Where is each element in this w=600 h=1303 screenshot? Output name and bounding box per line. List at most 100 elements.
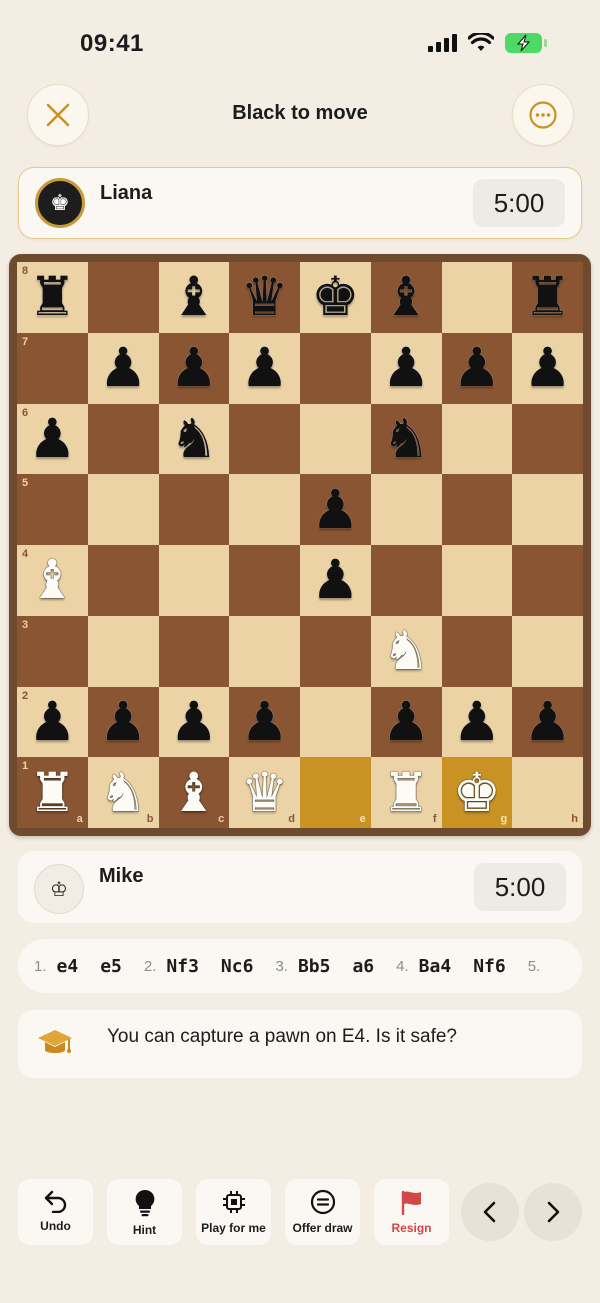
black-pawn-icon[interactable]: ♟ [382,694,430,749]
square-d8[interactable]: ♛ [229,262,300,333]
square-f3[interactable]: ♞ [370,615,442,687]
square-a4[interactable]: 4 ♝ [17,545,88,616]
square-d3[interactable] [229,615,300,687]
square-g3[interactable] [441,615,513,687]
square-d2[interactable]: ♟ [229,686,300,758]
black-pawn-icon[interactable]: ♟ [170,341,218,395]
black-bishop-icon[interactable]: ♝ [170,270,218,324]
square-g2[interactable]: ♟ [441,686,513,758]
square-g1[interactable]: g ♚ [441,757,513,828]
square-e3[interactable] [300,615,371,687]
square-c7[interactable]: ♟ [158,332,230,404]
square-h6[interactable] [512,403,583,475]
square-f5[interactable] [370,474,442,545]
white-bishop-icon[interactable]: ♝ [28,553,76,607]
white-queen-icon[interactable]: ♛ [240,765,288,820]
black-bishop-icon[interactable]: ♝ [382,270,430,324]
black-pawn-icon[interactable]: ♟ [99,694,147,749]
more-options-button[interactable] [512,84,574,146]
square-f4[interactable] [370,545,442,616]
move-entry[interactable]: a6 [352,956,374,977]
white-bishop-icon[interactable]: ♝ [170,765,218,820]
square-b7[interactable]: ♟ [87,332,159,404]
square-g6[interactable] [441,403,513,475]
square-h8[interactable]: ♜ [512,262,583,333]
play-for-me-button[interactable]: Play for me [196,1179,271,1245]
square-b8[interactable] [87,262,159,333]
square-e5[interactable]: ♟ [300,474,371,545]
square-a2[interactable]: 2 ♟ [17,686,88,758]
previous-move-button[interactable] [461,1183,519,1241]
square-e8[interactable]: ♚ [300,262,371,333]
black-pawn-icon[interactable]: ♟ [453,694,501,749]
offer-draw-button[interactable]: Offer draw [285,1179,360,1245]
move-entry[interactable]: Bb5 [298,956,331,977]
square-g8[interactable] [441,262,513,333]
hint-button[interactable]: Hint [107,1179,182,1245]
square-g4[interactable] [441,545,513,616]
square-a7[interactable]: 7 [17,332,88,404]
move-entry[interactable]: Nc6 [221,956,254,977]
square-a8[interactable]: 8 ♜ [17,262,88,333]
move-entry[interactable]: Nf6 [473,956,506,977]
black-pawn-icon[interactable]: ♟ [28,411,76,466]
white-knight-icon[interactable]: ♞ [99,765,147,820]
square-d4[interactable] [229,545,300,616]
square-d7[interactable]: ♟ [229,332,300,404]
square-c4[interactable] [158,545,230,616]
white-rook-icon[interactable]: ♜ [28,765,76,820]
square-a5[interactable]: 5 [17,474,88,545]
square-e4[interactable]: ♟ [300,545,371,616]
square-f2[interactable]: ♟ [370,686,442,758]
square-b2[interactable]: ♟ [87,686,159,758]
move-entry[interactable]: e4 [57,956,79,977]
black-pawn-icon[interactable]: ♟ [453,341,501,395]
black-pawn-icon[interactable]: ♟ [523,694,571,749]
square-c1[interactable]: c ♝ [158,757,230,828]
square-g7[interactable]: ♟ [441,332,513,404]
black-pawn-icon[interactable]: ♟ [240,694,288,749]
black-queen-icon[interactable]: ♛ [240,270,288,324]
move-entry[interactable]: Nf3 [166,956,199,977]
black-pawn-icon[interactable]: ♟ [240,341,288,395]
square-b1[interactable]: b ♞ [87,757,159,828]
square-c6[interactable]: ♞ [158,403,230,475]
square-b6[interactable] [87,403,159,475]
black-pawn-icon[interactable]: ♟ [99,341,147,395]
undo-button[interactable]: Undo [18,1179,93,1245]
square-h1[interactable]: h [512,757,583,828]
square-a1[interactable]: 1 a ♜ [17,757,88,828]
square-e2[interactable] [300,686,371,758]
square-e7[interactable] [300,332,371,404]
square-f1[interactable]: f ♜ [370,757,442,828]
square-c2[interactable]: ♟ [158,686,230,758]
square-b5[interactable] [87,474,159,545]
square-h2[interactable]: ♟ [512,686,583,758]
black-pawn-icon[interactable]: ♟ [523,341,571,395]
square-e1[interactable]: e [300,757,371,828]
square-b3[interactable] [87,615,159,687]
black-knight-icon[interactable]: ♞ [170,411,218,466]
black-king-icon[interactable]: ♚ [311,270,359,324]
white-king-icon[interactable]: ♚ [453,765,501,820]
square-c5[interactable] [158,474,230,545]
move-entry[interactable]: Ba4 [419,956,452,977]
black-knight-icon[interactable]: ♞ [382,411,430,466]
square-h3[interactable] [512,615,583,687]
square-a6[interactable]: 6 ♟ [17,403,88,475]
move-list[interactable]: 1. e4 e5 2. Nf3 Nc6 3. Bb5 a6 4. Ba4 Nf6 5. [18,939,582,993]
move-entry[interactable]: e5 [100,956,122,977]
square-d6[interactable] [229,403,300,475]
square-h5[interactable] [512,474,583,545]
square-f6[interactable]: ♞ [370,403,442,475]
square-g5[interactable] [441,474,513,545]
square-b4[interactable] [87,545,159,616]
square-d5[interactable] [229,474,300,545]
black-rook-icon[interactable]: ♜ [523,270,571,324]
chess-board[interactable]: 8 ♜ ♝ ♛ ♚ ♝ ♜ 7 ♟ ♟ ♟ ♟ ♟ ♟ 6 ♟ ♞ ♞ 5 ♟ 4 ♝ ♟ 3 ♞ 2 ♟ ♟ ♟ ♟ ♟ ♟ ♟ 1 a ♜ b ♞ c ♝… [17,262,583,828]
black-pawn-icon[interactable]: ♟ [311,482,359,537]
next-move-button[interactable] [524,1183,582,1241]
resign-button[interactable]: Resign [374,1179,449,1245]
square-f7[interactable]: ♟ [370,332,442,404]
square-d1[interactable]: d ♛ [229,757,300,828]
